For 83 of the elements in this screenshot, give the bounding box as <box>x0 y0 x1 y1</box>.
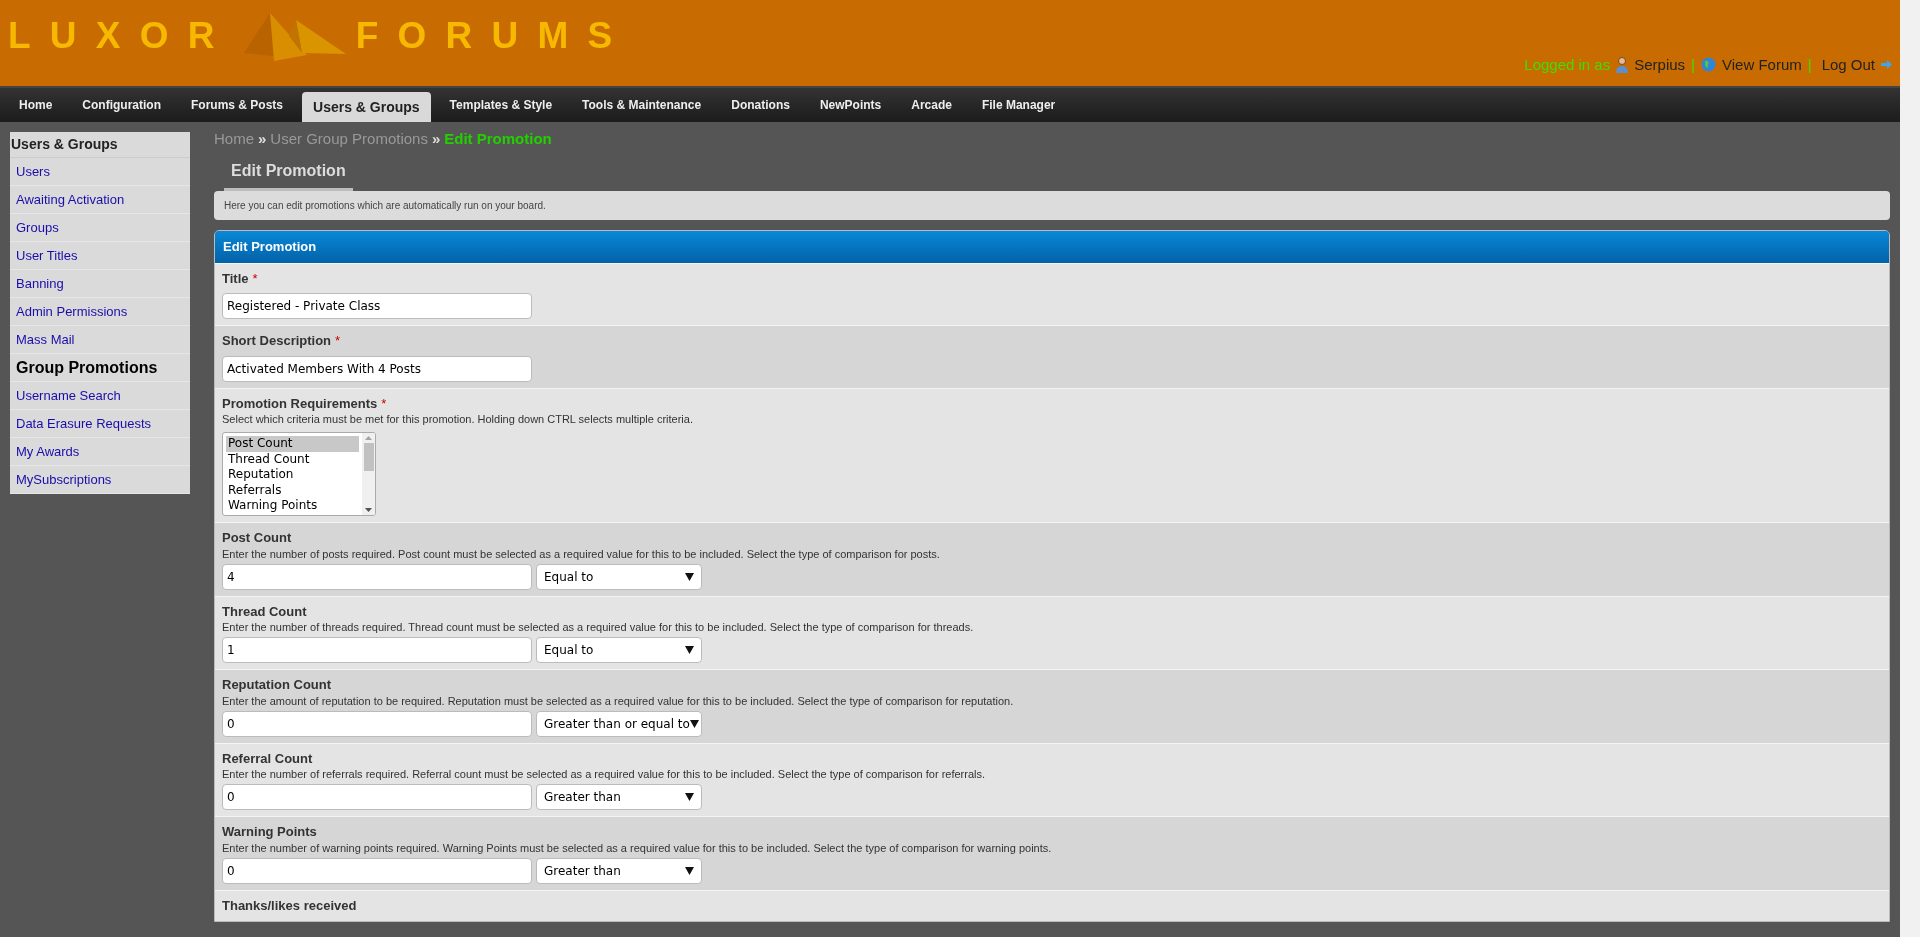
nav-tab[interactable]: Tools & Maintenance <box>571 88 713 122</box>
list-option[interactable]: Warning Points <box>226 498 359 514</box>
scroll-down-icon[interactable] <box>365 508 372 512</box>
comparison-select[interactable]: Greater than <box>536 857 702 884</box>
sidebar-item[interactable]: Data Erasure Requests <box>10 410 190 438</box>
scroll-up-icon[interactable] <box>365 436 372 440</box>
sidebar-item[interactable]: Groups <box>10 214 190 242</box>
field-label: Warning Points <box>222 823 317 841</box>
criteria-listbox[interactable]: Post Count Thread Count Reputation Referrals Warning Points <box>222 432 376 516</box>
input-field[interactable]: 0 <box>222 784 532 810</box>
list-option[interactable]: Reputation <box>226 467 359 483</box>
field-label: Thanks/likes received <box>222 896 357 915</box>
caret-icon <box>685 646 694 654</box>
field-description: Enter the number of posts required. Post count must be selected as a required value for this to be included. Select the type of comparison for posts. <box>222 547 940 561</box>
separator: | <box>1807 54 1812 75</box>
nav-tab[interactable]: Donations <box>720 88 801 122</box>
field-description: Select which criteria must be met for this promotion. Holding down CTRL selects multiple criteria. <box>222 413 693 426</box>
comparison-select[interactable]: Greater than or equal to <box>536 710 702 737</box>
user-icon <box>1616 56 1629 73</box>
sidebar-item[interactable]: Username Search <box>10 382 190 410</box>
nav-tab[interactable]: Home <box>8 88 64 122</box>
comparison-select[interactable]: Equal to <box>536 563 702 590</box>
field-label: Post Count <box>222 529 292 547</box>
input-field[interactable]: 1 <box>222 637 532 663</box>
comparison-select[interactable]: Equal to <box>536 637 702 663</box>
arrow-right-icon <box>1881 60 1892 70</box>
scrollbar[interactable] <box>362 433 375 515</box>
caret-icon <box>685 793 694 801</box>
description-panel: Here you can edit promotions which are automatically run on your board. <box>214 190 1890 220</box>
nav-tab[interactable]: Users & Groups <box>302 92 431 122</box>
sidebar-item[interactable]: Banning <box>10 270 190 298</box>
view-forum-link[interactable]: View Forum <box>1721 53 1802 76</box>
sidebar-item[interactable]: Users <box>10 158 190 186</box>
sidebar-item[interactable]: MySubscriptions <box>10 466 190 494</box>
nav-tab[interactable]: NewPoints <box>808 88 893 122</box>
logged-in-label: Logged in as <box>1524 54 1611 75</box>
caret-icon <box>685 866 694 875</box>
input-field[interactable]: Registered - Private Class <box>222 293 532 319</box>
logo-text: FORUMS <box>355 14 632 58</box>
field-label: Reputation Count <box>222 676 332 694</box>
field-label: Short Description <box>222 332 332 350</box>
nav-tab[interactable]: Forums & Posts <box>180 88 294 122</box>
field-label: Referral Count <box>222 749 313 768</box>
required-mark: * <box>381 394 387 413</box>
breadcrumb-separator: » <box>431 129 441 149</box>
field-label: Title <box>222 269 249 288</box>
input-field[interactable]: 0 <box>222 710 532 737</box>
sidebar-item[interactable]: My Awards <box>10 438 190 466</box>
list-option[interactable]: Thread Count <box>226 451 359 467</box>
username-link[interactable]: Serpius <box>1634 53 1686 76</box>
sidebar-title: Users & Groups <box>10 132 190 158</box>
nav-tab[interactable]: Configuration <box>71 88 172 122</box>
log-out-link[interactable]: Log Out <box>1821 53 1875 76</box>
list-option[interactable]: Post Count <box>226 436 359 452</box>
sidebar-item[interactable]: Awaiting Activation <box>10 186 190 214</box>
input-field[interactable]: 0 <box>222 857 532 884</box>
field-description: Enter the number of warning points required. Warning Points must be selected as a required value for this to be included. Select the type of comparison for warning points. <box>222 841 1052 855</box>
breadcrumb-link[interactable]: Edit Promotion <box>444 128 552 151</box>
form-header: Edit Promotion <box>215 230 1889 263</box>
separator: | <box>1691 54 1695 75</box>
field-description: Enter the amount of reputation to be required. Reputation must be selected as a required value for this to be included. Select the type of comparison for reputation. <box>222 694 1014 708</box>
field-description: Enter the number of referrals required. Referral count must be selected as a required value for this to be included. Select the type of comparison for referrals. <box>222 768 986 781</box>
sidebar-item[interactable]: Admin Permissions <box>10 298 190 326</box>
input-field[interactable]: 4 <box>222 563 532 590</box>
required-mark: * <box>335 332 341 350</box>
field-label: Thread Count <box>222 602 307 621</box>
field-description: Enter the number of threads required. Thread count must be selected as a required value for this to be included. Select the type of comparison for threads. <box>222 621 974 634</box>
caret-icon <box>685 572 694 581</box>
sidebar-item[interactable]: Group Promotions <box>10 354 190 382</box>
sidebar-item[interactable]: Mass Mail <box>10 326 190 354</box>
nav-tab[interactable]: Arcade <box>900 88 963 122</box>
globe-icon <box>1700 57 1716 73</box>
list-option[interactable]: Referrals <box>226 482 359 498</box>
nav-tab[interactable]: Templates & Style <box>438 88 564 122</box>
logo-text: LUXOR <box>8 14 234 58</box>
required-mark: * <box>252 269 258 288</box>
field-label: Promotion Requirements <box>222 394 378 413</box>
sidebar-item[interactable]: User Titles <box>10 242 190 270</box>
breadcrumb-separator: » <box>258 129 267 149</box>
comparison-select[interactable]: Greater than <box>536 784 702 810</box>
nav-tab[interactable]: File Manager <box>970 88 1067 122</box>
input-field[interactable]: Activated Members With 4 Posts <box>222 355 532 382</box>
caret-icon <box>689 719 699 728</box>
